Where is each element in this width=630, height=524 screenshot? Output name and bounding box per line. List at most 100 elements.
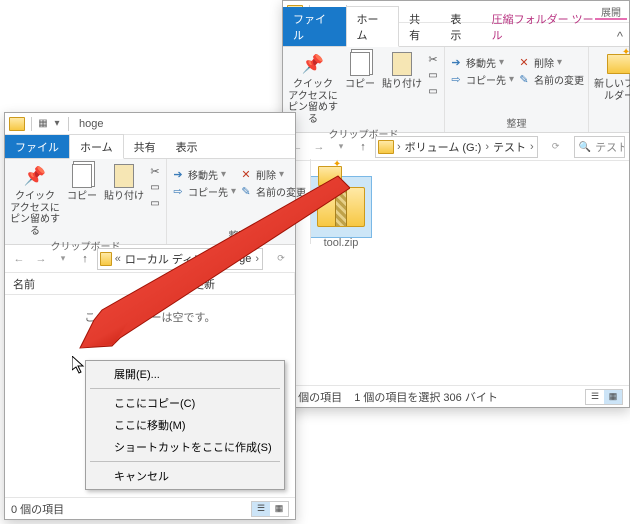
group-organize-label: 整理 bbox=[449, 114, 584, 132]
paste-shortcut-icon: ▭ bbox=[148, 196, 162, 210]
move-to-button[interactable]: 移動先▾ bbox=[171, 167, 236, 182]
pin-icon bbox=[21, 163, 49, 189]
copy-icon bbox=[346, 51, 374, 77]
tab-home[interactable]: ホーム bbox=[346, 6, 400, 47]
tab-compressed-tools[interactable]: 圧縮フォルダー ツール bbox=[482, 7, 611, 46]
copy-button[interactable]: コピー bbox=[64, 161, 100, 203]
view-icons-icon[interactable]: ▦ bbox=[270, 502, 288, 516]
copy-path-button[interactable]: ▭ bbox=[426, 68, 440, 82]
status-selection: 1 個の項目を選択 306 バイト bbox=[354, 389, 498, 405]
menu-item-cancel[interactable]: キャンセル bbox=[88, 465, 282, 487]
ribbon-tabs: ファイル ホーム 共有 表示 bbox=[5, 135, 295, 159]
nav-up-icon[interactable]: ↑ bbox=[75, 249, 95, 269]
tab-share[interactable]: 共有 bbox=[124, 135, 166, 158]
crumb-local-disk[interactable]: ローカル ディス… bbox=[122, 251, 218, 267]
pin-icon bbox=[299, 51, 327, 77]
copy-path-icon: ▭ bbox=[426, 68, 440, 82]
nav-fwd-icon[interactable]: → bbox=[309, 137, 329, 157]
copy-icon bbox=[68, 163, 96, 189]
folder-icon bbox=[378, 140, 394, 154]
window-title: hoge bbox=[79, 118, 103, 130]
crumb-volume[interactable]: ボリューム (G:) bbox=[402, 139, 485, 155]
paste-icon bbox=[388, 51, 416, 77]
new-folder-icon bbox=[316, 163, 344, 189]
tab-file[interactable]: ファイル bbox=[5, 135, 69, 158]
move-icon bbox=[449, 56, 463, 70]
paste-shortcut-icon: ▭ bbox=[426, 84, 440, 98]
nav-back-icon[interactable]: ← bbox=[9, 249, 29, 269]
rename-icon bbox=[239, 185, 253, 199]
move-icon bbox=[171, 168, 185, 182]
col-date[interactable]: 更新 bbox=[185, 273, 295, 294]
drag-drop-context-menu[interactable]: 展開(E)... ここにコピー(C) ここに移動(M) ショートカットをここに作… bbox=[85, 360, 285, 490]
rename-icon bbox=[517, 73, 531, 87]
new-folder-button[interactable]: 新 bbox=[315, 161, 345, 203]
menu-item-extract[interactable]: 展開(E)... bbox=[88, 363, 282, 385]
copy-path-icon: ▭ bbox=[148, 180, 162, 194]
nav-up-icon[interactable]: ↑ bbox=[353, 137, 373, 157]
tab-file[interactable]: ファイル bbox=[283, 7, 346, 46]
copy-path-button[interactable]: ▭ bbox=[148, 180, 162, 194]
menu-item-copy-here[interactable]: ここにコピー(C) bbox=[88, 392, 282, 414]
delete-button[interactable]: 削除▾ bbox=[517, 55, 584, 70]
new-folder-button[interactable]: 新しいフォルダー bbox=[593, 49, 630, 102]
tab-share[interactable]: 共有 bbox=[399, 7, 440, 46]
cut-button[interactable] bbox=[148, 164, 162, 178]
copyto-icon bbox=[171, 185, 185, 199]
navbar: ← → ▾ ↑ › ボリューム (G:) › テスト › ⟳ テストの検 bbox=[283, 133, 629, 161]
col-name[interactable]: 名前 bbox=[5, 273, 185, 294]
delete-button[interactable]: 削除▾ bbox=[239, 167, 306, 182]
pin-to-quick-access-button[interactable]: クイック アクセスにピン留めする bbox=[9, 161, 61, 237]
rename-button[interactable]: 名前の変更 bbox=[239, 184, 306, 199]
breadcrumb[interactable]: « ローカル ディス… › hoge › bbox=[97, 248, 263, 270]
crumb-hoge[interactable]: hoge bbox=[224, 253, 254, 265]
status-item-count: 1 個の項目 bbox=[289, 389, 342, 405]
crumb-test[interactable]: テスト bbox=[490, 139, 529, 155]
paste-button[interactable]: 貼り付け bbox=[103, 161, 145, 203]
search-icon bbox=[579, 141, 591, 153]
statusbar: 0 個の項目 ☰ ▦ bbox=[5, 497, 295, 519]
tab-view[interactable]: 表示 bbox=[440, 7, 481, 46]
delete-icon bbox=[517, 56, 531, 70]
scissors-icon bbox=[148, 164, 162, 178]
paste-shortcut-button[interactable]: ▭ bbox=[148, 196, 162, 210]
menu-separator bbox=[90, 461, 280, 462]
new-folder-icon bbox=[605, 51, 630, 77]
navbar: ← → ▾ ↑ « ローカル ディス… › hoge › ⟳ bbox=[5, 245, 295, 273]
folder-icon bbox=[100, 252, 112, 266]
nav-fwd-icon[interactable]: → bbox=[31, 249, 51, 269]
titlebar[interactable]: ▦ ▾ hoge bbox=[5, 113, 295, 135]
refresh-icon[interactable]: ⟳ bbox=[546, 137, 566, 157]
nav-history-icon[interactable]: ▾ bbox=[331, 137, 351, 157]
paste-shortcut-button[interactable]: ▭ bbox=[426, 84, 440, 98]
view-icons-icon[interactable]: ▦ bbox=[604, 390, 622, 404]
tab-view[interactable]: 表示 bbox=[166, 135, 208, 158]
nav-history-icon[interactable]: ▾ bbox=[53, 249, 73, 269]
column-headers[interactable]: 名前 更新 bbox=[5, 273, 295, 295]
view-details-icon[interactable]: ☰ bbox=[252, 502, 270, 516]
paste-button[interactable]: 貼り付け bbox=[381, 49, 423, 91]
move-to-button[interactable]: 移動先▾ bbox=[449, 55, 514, 70]
qat-properties-icon[interactable]: ▦ bbox=[36, 117, 50, 131]
rename-button[interactable]: 名前の変更 bbox=[517, 72, 584, 87]
copy-to-button[interactable]: コピー先▾ bbox=[171, 184, 236, 199]
ribbon-body: クイック アクセスにピン留めする コピー 貼り付け ▭ ▭ クリップボード bbox=[5, 159, 295, 245]
qat-dropdown-icon[interactable]: ▾ bbox=[50, 117, 64, 131]
view-details-icon[interactable]: ☰ bbox=[586, 390, 604, 404]
tab-home[interactable]: ホーム bbox=[69, 134, 124, 159]
copy-to-button[interactable]: コピー先▾ bbox=[449, 72, 514, 87]
ribbon-body: クイック アクセスにピン留めする コピー 貼り付け ▭ ▭ クリップボード bbox=[283, 47, 629, 133]
menu-item-shortcut-here[interactable]: ショートカットをここに作成(S) bbox=[88, 436, 282, 458]
search-input[interactable]: テストの検 bbox=[574, 136, 625, 158]
refresh-icon[interactable]: ⟳ bbox=[271, 249, 291, 269]
view-switcher[interactable]: ☰ ▦ bbox=[585, 389, 623, 405]
statusbar: 1 個の項目 1 個の項目を選択 306 バイト ☰ ▦ bbox=[283, 385, 629, 407]
cut-button[interactable] bbox=[426, 52, 440, 66]
view-switcher[interactable]: ☰ ▦ bbox=[251, 501, 289, 517]
breadcrumb[interactable]: › ボリューム (G:) › テスト › bbox=[375, 136, 538, 158]
copy-button[interactable]: コピー bbox=[342, 49, 378, 91]
ribbon-collapse-icon[interactable]: ^ bbox=[611, 27, 629, 46]
menu-item-move-here[interactable]: ここに移動(M) bbox=[88, 414, 282, 436]
group-organize-label: 整理 bbox=[171, 226, 306, 244]
menu-separator bbox=[90, 388, 280, 389]
